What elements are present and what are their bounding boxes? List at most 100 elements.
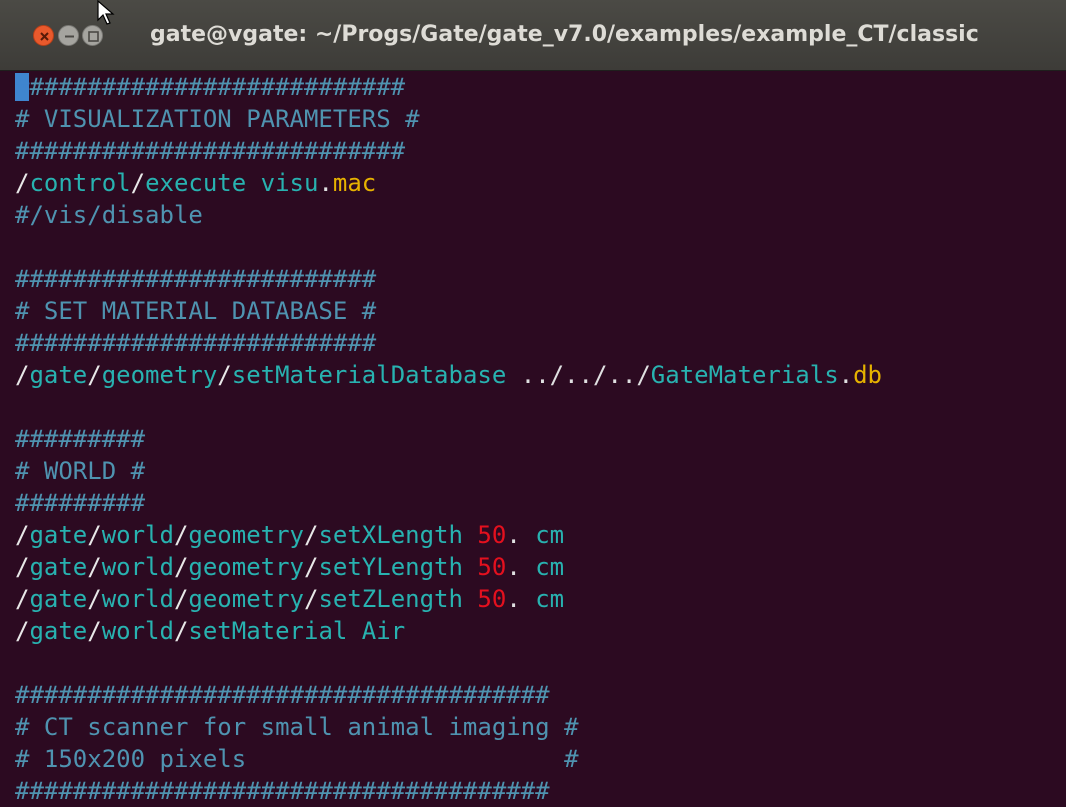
terminal-text: #########################	[15, 265, 377, 293]
terminal-text: /	[304, 521, 319, 549]
terminal-text: cm	[535, 553, 565, 581]
terminal-text: /	[15, 585, 30, 613]
terminal-line: # 150x200 pixels #	[15, 743, 882, 775]
terminal-text: /	[87, 585, 102, 613]
terminal-text: /	[15, 521, 30, 549]
terminal-text: /	[15, 553, 30, 581]
minimize-icon	[65, 35, 74, 38]
terminal-text: 50	[477, 553, 507, 581]
terminal-text: 50	[477, 585, 507, 613]
terminal-line: #########################	[15, 327, 882, 359]
terminal-text: .	[318, 169, 333, 197]
terminal-text: control	[29, 169, 131, 197]
terminal-line: # WORLD #	[15, 455, 882, 487]
terminal-line: ###########################	[15, 135, 882, 167]
terminal-line: /gate/world/geometry/setZLength 50. cm	[15, 583, 882, 615]
terminal-text: .	[506, 521, 536, 549]
terminal-text: ../../../	[506, 361, 651, 389]
terminal-text: geometry	[188, 521, 304, 549]
terminal-text: /	[15, 617, 30, 645]
terminal-text: geometry	[188, 585, 304, 613]
terminal-text: /	[173, 585, 189, 613]
terminal-line: ###########################	[15, 71, 882, 103]
terminal-line: /gate/geometry/setMaterialDatabase ../..…	[15, 359, 882, 391]
close-button[interactable]	[33, 25, 54, 46]
window-title: gate@vgate: ~/Progs/Gate/gate_v7.0/examp…	[150, 22, 979, 47]
terminal-text: # 150x200 pixels #	[15, 745, 579, 773]
text-cursor: #	[15, 73, 30, 101]
terminal-text: ###########################	[15, 137, 406, 165]
terminal-text: /	[130, 169, 146, 197]
terminal-line: #########	[15, 423, 882, 455]
terminal-text: /	[87, 361, 102, 389]
terminal-text: gate	[29, 553, 88, 581]
terminal-text: # SET MATERIAL DATABASE #	[15, 297, 377, 325]
terminal-text: .	[838, 361, 854, 389]
terminal-text: gate	[29, 617, 88, 645]
terminal-text: world	[101, 617, 174, 645]
terminal-line: # VISUALIZATION PARAMETERS #	[15, 103, 882, 135]
terminal-text: /	[87, 521, 102, 549]
terminal-text: /	[217, 361, 232, 389]
terminal-text: #########################	[15, 329, 377, 357]
terminal-text: #/vis/disable	[15, 201, 203, 229]
terminal-text: db	[853, 361, 882, 389]
terminal-text: geometry	[101, 361, 218, 389]
terminal-text: /	[173, 553, 189, 581]
terminal-text: execute visu	[145, 169, 319, 197]
terminal-text: setZLength	[318, 585, 478, 613]
terminal-text: ##########################	[29, 73, 406, 101]
terminal-text: .	[506, 553, 536, 581]
minimize-button[interactable]	[58, 25, 79, 46]
terminal-text: setXLength	[318, 521, 478, 549]
terminal-text: setMaterial Air	[188, 617, 406, 645]
terminal-text: cm	[535, 521, 565, 549]
terminal-text: world	[101, 521, 174, 549]
terminal-line: /gate/world/geometry/setYLength 50. cm	[15, 551, 882, 583]
terminal-line: #####################################	[15, 775, 882, 807]
terminal-text: /	[304, 585, 319, 613]
terminal-line: /control/execute visu.mac	[15, 167, 882, 199]
terminal-line: # SET MATERIAL DATABASE #	[15, 295, 882, 327]
terminal-text: # WORLD #	[15, 457, 146, 485]
terminal-line: #########	[15, 487, 882, 519]
terminal-text: world	[101, 585, 174, 613]
terminal-text: #########	[15, 489, 146, 517]
terminal-line: #########################	[15, 263, 882, 295]
close-icon	[40, 32, 49, 41]
terminal-text: #####################################	[15, 681, 550, 709]
terminal-text: /	[15, 361, 30, 389]
terminal-text: /	[173, 521, 189, 549]
terminal-text: # VISUALIZATION PARAMETERS #	[15, 105, 420, 133]
terminal-content[interactable]: ########################### # VISUALIZATI…	[15, 71, 882, 807]
terminal-line: #####################################	[15, 679, 882, 711]
terminal-text: mac	[332, 169, 377, 197]
terminal-text: #########	[15, 425, 146, 453]
terminal-text: /	[15, 169, 30, 197]
terminal-text: 50	[477, 521, 507, 549]
terminal-line: # CT scanner for small animal imaging #	[15, 711, 882, 743]
terminal-text: .	[506, 585, 536, 613]
terminal-text: gate	[29, 585, 88, 613]
terminal-text: world	[101, 553, 174, 581]
terminal-text: /	[173, 617, 189, 645]
terminal-text: gate	[29, 361, 88, 389]
maximize-button[interactable]	[82, 25, 103, 46]
window-titlebar[interactable]: gate@vgate: ~/Progs/Gate/gate_v7.0/examp…	[0, 0, 1066, 71]
terminal-text: /	[87, 553, 102, 581]
terminal-text: #####################################	[15, 777, 550, 805]
terminal-text: /	[87, 617, 102, 645]
terminal-text: setMaterialDatabase	[231, 361, 507, 389]
terminal-text: gate	[29, 521, 88, 549]
terminal-line: /gate/world/geometry/setXLength 50. cm	[15, 519, 882, 551]
terminal-text: GateMaterials	[650, 361, 839, 389]
terminal-line: #/vis/disable	[15, 199, 882, 231]
terminal-text: geometry	[188, 553, 304, 581]
maximize-icon	[88, 31, 99, 42]
terminal-line: /gate/world/setMaterial Air	[15, 615, 882, 647]
terminal-text: cm	[535, 585, 565, 613]
terminal-text: /	[304, 553, 319, 581]
